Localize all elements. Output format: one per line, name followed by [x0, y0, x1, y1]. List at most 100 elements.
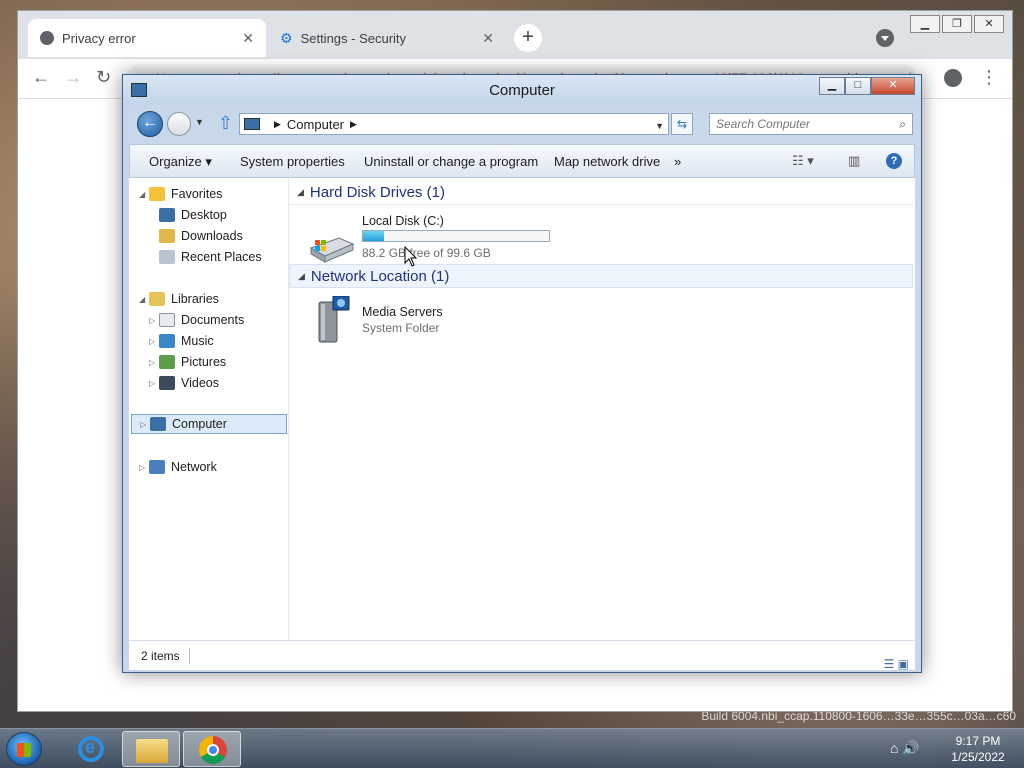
taskbar-chrome[interactable] — [183, 731, 241, 767]
collapsed-caret-icon[interactable]: ▷ — [149, 337, 159, 346]
mouse-cursor-icon — [404, 246, 418, 267]
nav-network[interactable]: ▷ Network — [139, 457, 217, 477]
nav-libraries[interactable]: ◢ Libraries — [139, 289, 219, 309]
close-icon[interactable]: ✕ — [482, 30, 494, 47]
collapse-caret-icon[interactable]: ◢ — [297, 187, 304, 198]
nav-pictures[interactable]: ▷ Pictures — [149, 352, 226, 372]
collapsed-caret-icon[interactable]: ▷ — [139, 463, 149, 472]
expanded-caret-icon[interactable]: ◢ — [139, 190, 149, 199]
breadcrumb-arrow-icon[interactable]: ▶ — [350, 119, 357, 130]
tab-search-icon[interactable] — [876, 29, 894, 47]
nav-label: Favorites — [171, 187, 223, 201]
maximize-button[interactable]: □ — [845, 77, 871, 95]
view-toggle-icons[interactable]: ☰ ▣ — [884, 649, 909, 679]
more-commands-button[interactable]: » — [674, 154, 681, 169]
drive-usage-fill — [363, 231, 385, 241]
nav-favorites[interactable]: ◢ Favorites — [139, 184, 222, 204]
nav-label: Recent Places — [181, 250, 262, 264]
explorer-title-bar: Computer ▁ □ ✕ — [123, 75, 921, 105]
nav-documents[interactable]: ▷ Documents — [149, 310, 244, 330]
group-network-location[interactable]: ◢ Network Location (1) — [289, 264, 913, 288]
computer-icon — [244, 118, 260, 130]
address-dropdown-icon[interactable]: ▼ — [655, 121, 664, 131]
forward-button[interactable] — [167, 112, 191, 136]
status-bar: 2 items ☰ ▣ — [129, 640, 915, 671]
nav-label: Videos — [181, 376, 219, 390]
system-properties-button[interactable]: System properties — [240, 154, 345, 169]
back-button[interactable]: ← — [137, 111, 163, 137]
libraries-icon — [149, 292, 165, 306]
music-icon — [159, 334, 175, 348]
taskbar-internet-explorer[interactable] — [62, 731, 120, 767]
nav-label: Documents — [181, 313, 245, 327]
collapsed-caret-icon[interactable]: ▷ — [140, 420, 150, 429]
close-window-button[interactable]: ✕ — [974, 15, 1004, 33]
tab-title: Settings - Security — [300, 30, 407, 46]
tab-privacy-error[interactable]: Privacy error ✕ — [28, 19, 266, 57]
taskbar-file-explorer[interactable] — [122, 731, 180, 767]
internet-explorer-icon — [78, 736, 104, 762]
nav-videos[interactable]: ▷ Videos — [149, 373, 219, 393]
menu-icon[interactable]: ⋮ — [980, 67, 998, 88]
search-icon[interactable]: ⌕ — [899, 114, 906, 134]
restore-button[interactable]: ❐ — [942, 15, 972, 33]
minimize-button[interactable]: ▁ — [819, 77, 845, 95]
back-arrow-icon[interactable]: ← — [32, 67, 50, 88]
breadcrumb-computer[interactable]: Computer — [287, 117, 344, 132]
organize-button[interactable]: Organize ▾ — [149, 154, 212, 170]
network-tray-icon[interactable]: ⌂ 🔊 — [890, 740, 920, 757]
nav-label: Libraries — [171, 292, 219, 306]
tab-title: Privacy error — [62, 30, 136, 46]
drive-usage-bar — [362, 230, 550, 242]
new-tab-button[interactable]: + — [514, 24, 542, 52]
collapse-caret-icon[interactable]: ◢ — [298, 271, 305, 282]
nav-desktop[interactable]: Desktop — [159, 205, 227, 225]
taskbar-clock[interactable]: 9:17 PM 1/25/2022 — [938, 733, 1018, 765]
nav-music[interactable]: ▷ Music — [149, 331, 214, 351]
search-input[interactable]: Search Computer ⌕ — [709, 113, 913, 135]
nav-recent-places[interactable]: Recent Places — [159, 247, 262, 267]
nav-computer[interactable]: ▷ Computer — [131, 414, 287, 434]
close-button[interactable]: ✕ — [871, 77, 915, 95]
change-view-icon[interactable]: ☷ ▾ — [792, 153, 814, 169]
item-count: 2 items — [141, 649, 180, 663]
collapsed-caret-icon[interactable]: ▷ — [149, 358, 159, 367]
command-bar: Organize ▾ System properties Uninstall o… — [129, 144, 915, 178]
up-arrow-icon[interactable]: ⇧ — [218, 113, 233, 134]
content-pane: ◢ Hard Disk Drives (1) Local Disk (C:) 8… — [289, 178, 915, 640]
search-placeholder: Search Computer — [716, 117, 811, 131]
expanded-caret-icon[interactable]: ◢ — [139, 295, 149, 304]
network-icon — [149, 460, 165, 474]
documents-icon — [159, 313, 175, 327]
map-network-drive-button[interactable]: Map network drive — [554, 154, 660, 169]
tab-settings-security[interactable]: ⚙ Settings - Security ✕ — [268, 19, 506, 57]
media-servers-type: System Folder — [362, 321, 440, 335]
nav-downloads[interactable]: Downloads — [159, 226, 243, 246]
close-icon[interactable]: ✕ — [242, 30, 254, 47]
preview-pane-icon[interactable]: ▥ — [848, 153, 860, 169]
explorer-body: ◢ Favorites Desktop Downloads Recent Pla… — [129, 178, 915, 640]
minimize-button[interactable]: ▁ — [910, 15, 940, 33]
group-title: Network Location (1) — [310, 267, 450, 285]
recent-pages-icon[interactable]: ▼ — [195, 117, 204, 127]
organize-label: Organize — [149, 154, 202, 169]
breadcrumb-arrow-icon[interactable]: ▶ — [274, 119, 281, 130]
collapsed-caret-icon[interactable]: ▷ — [149, 379, 159, 388]
address-bar-row: ← ▼ ⇧ ▶ Computer ▶ ▼ ⇆ Search Computer ⌕ — [123, 105, 921, 145]
uninstall-program-button[interactable]: Uninstall or change a program — [364, 154, 538, 169]
collapsed-caret-icon[interactable]: ▷ — [149, 316, 159, 325]
profile-icon[interactable] — [944, 69, 962, 87]
videos-icon — [159, 376, 175, 390]
media-servers-name[interactable]: Media Servers — [362, 305, 443, 319]
computer-icon — [150, 417, 166, 431]
navigation-pane: ◢ Favorites Desktop Downloads Recent Pla… — [129, 178, 289, 640]
forward-arrow-icon[interactable]: → — [64, 67, 82, 88]
group-hard-disk-drives[interactable]: ◢ Hard Disk Drives (1) — [289, 181, 913, 205]
help-icon[interactable]: ? — [886, 153, 902, 169]
address-box[interactable]: ▶ Computer ▶ ▼ — [239, 113, 669, 135]
drive-free-space: 88.2 GB free of 99.6 GB — [362, 246, 491, 260]
reload-icon[interactable]: ↻ — [96, 67, 111, 88]
drive-name[interactable]: Local Disk (C:) — [362, 214, 444, 228]
start-button[interactable] — [6, 732, 42, 766]
refresh-button[interactable]: ⇆ — [671, 113, 693, 135]
